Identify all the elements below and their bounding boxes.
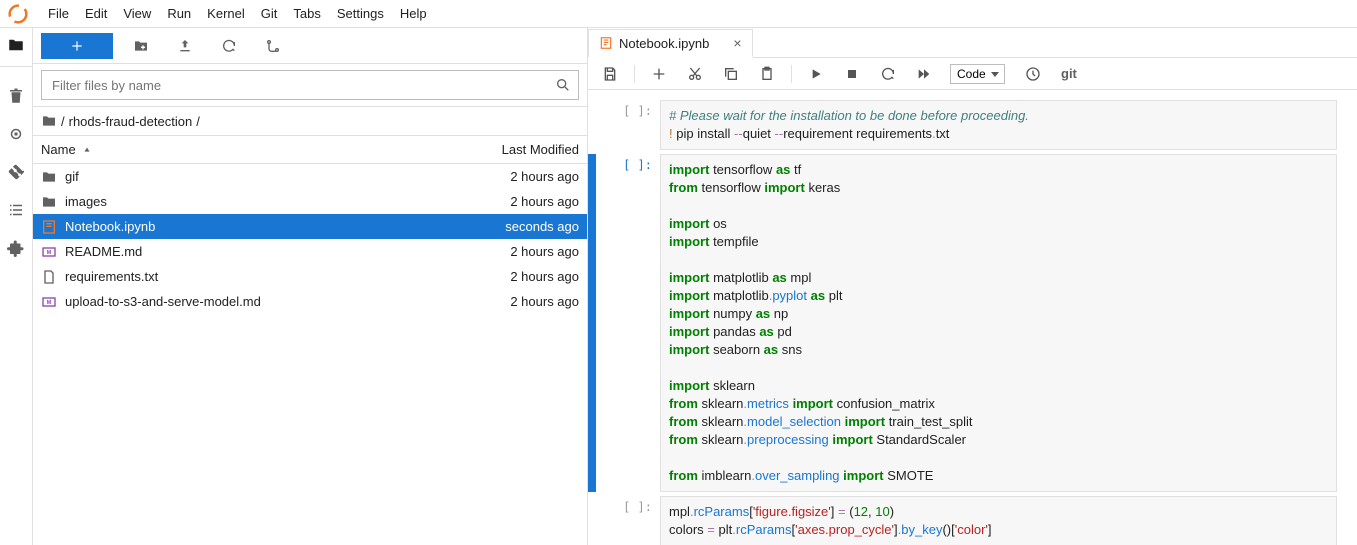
file-row[interactable]: images2 hours ago xyxy=(33,189,587,214)
code-cell[interactable]: [ ]:import tensorflow as tf from tensorf… xyxy=(588,152,1357,494)
restart-icon[interactable] xyxy=(880,66,896,82)
cell-input[interactable]: mpl.rcParams['figure.figsize'] = (12, 10… xyxy=(660,496,1337,545)
trash-icon[interactable] xyxy=(7,87,25,105)
folder-icon[interactable] xyxy=(7,36,25,54)
file-row[interactable]: gif2 hours ago xyxy=(33,164,587,189)
notebook-panel: Notebook.ipynb × Code git [ ]:# Pl xyxy=(588,28,1357,545)
filter-input[interactable] xyxy=(41,70,579,100)
copy-icon[interactable] xyxy=(723,66,739,82)
file-modified: 2 hours ago xyxy=(439,194,579,209)
file-row[interactable]: Mupload-to-s3-and-serve-model.md2 hours … xyxy=(33,289,587,314)
cell-input[interactable]: import tensorflow as tf from tensorflow … xyxy=(660,154,1337,492)
breadcrumb-segment[interactable]: rhods-fraud-detection xyxy=(69,114,193,129)
git-pull-icon[interactable] xyxy=(265,38,281,54)
column-modified-header[interactable]: Last Modified xyxy=(439,142,579,157)
clock-icon[interactable] xyxy=(1025,66,1041,82)
menu-git[interactable]: Git xyxy=(253,2,286,25)
notebook-icon xyxy=(599,36,613,50)
activity-bar xyxy=(0,28,33,545)
file-name: README.md xyxy=(65,244,439,259)
breadcrumb[interactable]: / rhods-fraud-detection / xyxy=(33,106,587,136)
file-modified: 2 hours ago xyxy=(439,169,579,184)
breadcrumb-sep: / xyxy=(61,114,65,129)
file-modified: 2 hours ago xyxy=(439,294,579,309)
running-icon[interactable] xyxy=(7,125,25,143)
file-icon xyxy=(41,269,57,285)
file-row[interactable]: Notebook.ipynbseconds ago xyxy=(33,214,587,239)
code-cell[interactable]: [ ]:# Please wait for the installation t… xyxy=(588,98,1357,152)
file-browser-panel: / rhods-fraud-detection / Name Last Modi… xyxy=(33,28,588,545)
upload-icon[interactable] xyxy=(177,38,193,54)
file-list-header: Name Last Modified xyxy=(33,136,587,164)
markdown-icon: M xyxy=(41,244,57,260)
run-icon[interactable] xyxy=(808,66,824,82)
code-cell[interactable]: [ ]:mpl.rcParams['figure.figsize'] = (12… xyxy=(588,494,1357,545)
tab-notebook[interactable]: Notebook.ipynb × xyxy=(588,29,753,58)
tab-title: Notebook.ipynb xyxy=(619,36,709,51)
git-label[interactable]: git xyxy=(1061,66,1077,81)
restart-run-all-icon[interactable] xyxy=(916,66,932,82)
file-name: gif xyxy=(65,169,439,184)
paste-icon[interactable] xyxy=(759,66,775,82)
folder-icon xyxy=(41,113,57,129)
menu-kernel[interactable]: Kernel xyxy=(199,2,253,25)
top-menu-bar: FileEditViewRunKernelGitTabsSettingsHelp xyxy=(0,0,1357,28)
file-modified: seconds ago xyxy=(439,219,579,234)
file-row[interactable]: M README.md2 hours ago xyxy=(33,239,587,264)
menu-file[interactable]: File xyxy=(40,2,77,25)
notebook-content: [ ]:# Please wait for the installation t… xyxy=(588,90,1357,545)
extension-icon[interactable] xyxy=(7,239,25,257)
cell-prompt: [ ]: xyxy=(596,496,660,545)
folder-icon xyxy=(41,169,57,185)
menu-view[interactable]: View xyxy=(115,2,159,25)
new-launcher-button[interactable] xyxy=(41,33,113,59)
menu-run[interactable]: Run xyxy=(159,2,199,25)
file-browser-toolbar xyxy=(33,28,587,64)
refresh-icon[interactable] xyxy=(221,38,237,54)
markdown-icon: M xyxy=(41,294,57,310)
toc-icon[interactable] xyxy=(7,201,25,219)
file-row[interactable]: requirements.txt2 hours ago xyxy=(33,264,587,289)
menu-edit[interactable]: Edit xyxy=(77,2,115,25)
new-folder-icon[interactable] xyxy=(133,38,149,54)
file-name: upload-to-s3-and-serve-model.md xyxy=(65,294,439,309)
folder-icon xyxy=(41,194,57,210)
cell-prompt: [ ]: xyxy=(596,100,660,150)
breadcrumb-sep: / xyxy=(196,114,200,129)
tab-bar: Notebook.ipynb × xyxy=(588,28,1357,58)
close-icon[interactable]: × xyxy=(733,35,741,51)
save-icon[interactable] xyxy=(602,66,618,82)
jupyter-logo-icon xyxy=(8,4,28,24)
notebook-icon xyxy=(41,219,57,235)
cell-type-select[interactable]: Code xyxy=(950,64,1005,84)
file-modified: 2 hours ago xyxy=(439,244,579,259)
search-icon xyxy=(555,77,571,93)
file-name: Notebook.ipynb xyxy=(65,219,439,234)
sort-asc-icon xyxy=(82,145,92,155)
notebook-toolbar: Code git xyxy=(588,58,1357,90)
file-list: gif2 hours agoimages2 hours agoNotebook.… xyxy=(33,164,587,545)
menu-tabs[interactable]: Tabs xyxy=(285,2,328,25)
git-icon[interactable] xyxy=(7,163,25,181)
column-name-header[interactable]: Name xyxy=(41,142,76,157)
file-modified: 2 hours ago xyxy=(439,269,579,284)
cell-prompt: [ ]: xyxy=(596,154,660,492)
stop-icon[interactable] xyxy=(844,66,860,82)
file-name: requirements.txt xyxy=(65,269,439,284)
add-cell-icon[interactable] xyxy=(651,66,667,82)
file-name: images xyxy=(65,194,439,209)
cut-icon[interactable] xyxy=(687,66,703,82)
menu-help[interactable]: Help xyxy=(392,2,435,25)
cell-input[interactable]: # Please wait for the installation to be… xyxy=(660,100,1337,150)
svg-text:M: M xyxy=(47,300,52,306)
menu-settings[interactable]: Settings xyxy=(329,2,392,25)
svg-text:M: M xyxy=(47,250,52,256)
